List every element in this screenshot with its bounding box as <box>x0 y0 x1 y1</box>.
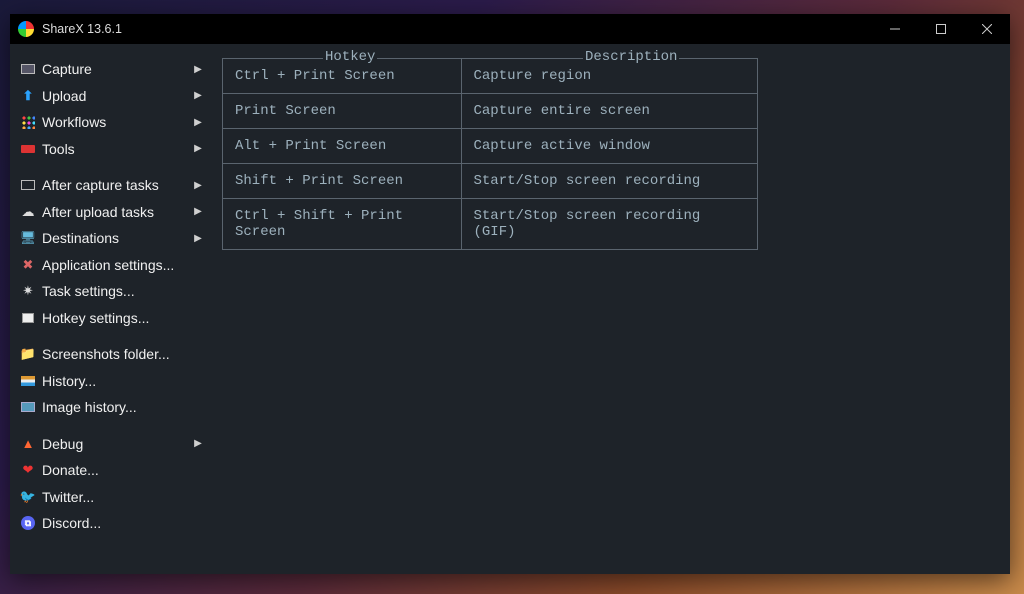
sidebar-item-label: Destinations <box>42 230 192 246</box>
sidebar-item-twitter[interactable]: 🐦 Twitter... <box>10 484 208 511</box>
sidebar-item-label: Donate... <box>42 462 204 478</box>
sidebar-item-label: Task settings... <box>42 283 204 299</box>
hotkey-row: Ctrl + Shift + Print ScreenStart/Stop sc… <box>223 199 757 250</box>
hotkey-description: Capture entire screen <box>461 94 757 129</box>
hotkey-key: Print Screen <box>223 94 461 129</box>
sidebar-item-label: History... <box>42 373 204 389</box>
sidebar-item-label: Image history... <box>42 399 204 415</box>
titlebar: ShareX 13.6.1 <box>10 14 1010 44</box>
after-upload-icon: ☁ <box>20 204 36 220</box>
donate-icon: ❤ <box>20 462 36 478</box>
app-settings-icon: ✖ <box>20 257 36 273</box>
sidebar-item-after-upload-tasks[interactable]: ☁ After upload tasks▶ <box>10 199 208 226</box>
submenu-arrow-icon: ▶ <box>192 143 204 154</box>
submenu-arrow-icon: ▶ <box>192 117 204 128</box>
hotkey-key: Shift + Print Screen <box>223 164 461 199</box>
sidebar-item-label: Application settings... <box>42 257 204 273</box>
hotkey-settings-icon <box>20 310 36 326</box>
sidebar-item-tools[interactable]: Tools▶ <box>10 136 208 163</box>
sidebar: Capture▶⬆Upload▶Workflows▶Tools▶After ca… <box>10 44 208 574</box>
destinations-icon: 🖥 <box>20 230 36 246</box>
submenu-arrow-icon: ▶ <box>192 233 204 244</box>
sidebar-item-label: Discord... <box>42 515 204 531</box>
sidebar-item-image-history[interactable]: Image history... <box>10 394 208 421</box>
capture-icon <box>20 61 36 77</box>
hotkey-key: Alt + Print Screen <box>223 129 461 164</box>
sidebar-item-label: After capture tasks <box>42 177 192 193</box>
twitter-icon: 🐦 <box>20 489 36 505</box>
app-icon <box>18 21 34 37</box>
submenu-arrow-icon: ▶ <box>192 206 204 217</box>
hotkey-description: Capture active window <box>461 129 757 164</box>
tools-icon <box>20 141 36 157</box>
minimize-button[interactable] <box>872 14 918 44</box>
close-button[interactable] <box>964 14 1010 44</box>
sidebar-item-hotkey-settings[interactable]: Hotkey settings... <box>10 305 208 332</box>
after-capture-icon <box>20 177 36 193</box>
sidebar-item-label: Tools <box>42 141 192 157</box>
history-icon <box>20 373 36 389</box>
hotkey-description: Start/Stop screen recording (GIF) <box>461 199 757 250</box>
sidebar-item-label: Twitter... <box>42 489 204 505</box>
sidebar-item-label: Upload <box>42 88 192 104</box>
sidebar-item-discord[interactable]: ⧉ Discord... <box>10 510 208 537</box>
upload-icon: ⬆ <box>20 88 36 104</box>
sidebar-item-donate[interactable]: ❤ Donate... <box>10 457 208 484</box>
workflows-icon <box>20 114 36 130</box>
hotkey-header: Hotkey <box>323 49 377 65</box>
hotkey-row: Shift + Print ScreenStart/Stop screen re… <box>223 164 757 199</box>
submenu-arrow-icon: ▶ <box>192 438 204 449</box>
folder-icon: 📁 <box>20 346 36 362</box>
description-header: Description <box>583 49 679 65</box>
sidebar-item-after-capture-tasks[interactable]: After capture tasks▶ <box>10 172 208 199</box>
hotkey-description: Start/Stop screen recording <box>461 164 757 199</box>
sidebar-item-label: After upload tasks <box>42 204 192 220</box>
hotkey-row: Print ScreenCapture entire screen <box>223 94 757 129</box>
submenu-arrow-icon: ▶ <box>192 90 204 101</box>
hotkey-row: Alt + Print ScreenCapture active window <box>223 129 757 164</box>
sidebar-item-workflows[interactable]: Workflows▶ <box>10 109 208 136</box>
discord-icon: ⧉ <box>20 515 36 531</box>
sidebar-item-label: Debug <box>42 436 192 452</box>
window-title: ShareX 13.6.1 <box>42 22 122 36</box>
submenu-arrow-icon: ▶ <box>192 64 204 75</box>
sidebar-item-screenshots-folder[interactable]: 📁 Screenshots folder... <box>10 341 208 368</box>
debug-icon: ▲ <box>20 436 36 452</box>
sidebar-item-task-settings[interactable]: ✷ Task settings... <box>10 278 208 305</box>
sidebar-item-upload[interactable]: ⬆ Upload▶ <box>10 83 208 110</box>
main-panel: Hotkey Description Ctrl + Print ScreenCa… <box>208 44 1010 574</box>
sidebar-item-destinations[interactable]: 🖥 Destinations▶ <box>10 225 208 252</box>
submenu-arrow-icon: ▶ <box>192 180 204 191</box>
hotkey-key: Ctrl + Shift + Print Screen <box>223 199 461 250</box>
app-window: ShareX 13.6.1 Capture▶⬆Upload▶Workflows▶… <box>10 14 1010 574</box>
hotkey-table: Hotkey Description Ctrl + Print ScreenCa… <box>222 58 758 250</box>
sidebar-item-application-settings[interactable]: ✖ Application settings... <box>10 252 208 279</box>
sidebar-item-history[interactable]: History... <box>10 368 208 395</box>
sidebar-item-label: Screenshots folder... <box>42 346 204 362</box>
sidebar-item-capture[interactable]: Capture▶ <box>10 56 208 83</box>
task-settings-icon: ✷ <box>20 283 36 299</box>
sidebar-item-label: Workflows <box>42 114 192 130</box>
sidebar-item-label: Hotkey settings... <box>42 310 204 326</box>
image-history-icon <box>20 399 36 415</box>
sidebar-item-label: Capture <box>42 61 192 77</box>
sidebar-item-debug[interactable]: ▲ Debug▶ <box>10 431 208 458</box>
maximize-button[interactable] <box>918 14 964 44</box>
